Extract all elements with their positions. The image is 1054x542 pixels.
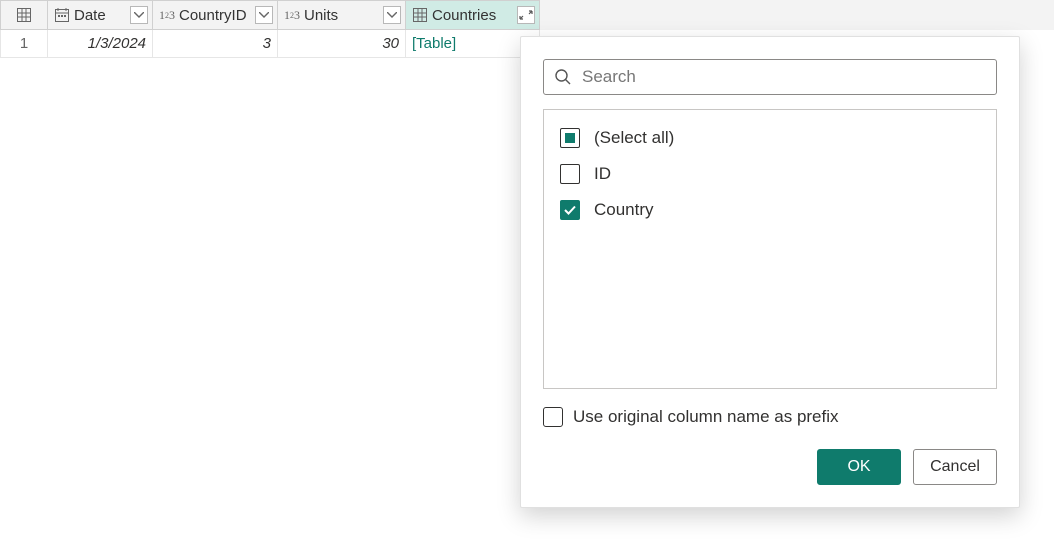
row-index: 1	[0, 30, 48, 58]
search-input[interactable]	[580, 66, 986, 88]
column-options-list: (Select all) ID Country	[543, 109, 997, 389]
filter-dropdown-button[interactable]	[383, 6, 401, 24]
option-country[interactable]: Country	[556, 192, 984, 228]
chevron-down-icon	[387, 12, 397, 18]
option-label: Country	[594, 200, 654, 220]
chevron-down-icon	[259, 12, 269, 18]
calendar-icon	[54, 7, 70, 23]
column-header-countries[interactable]: Countries	[406, 0, 540, 30]
dialog-buttons: OK Cancel	[543, 449, 997, 485]
column-header-date[interactable]: Date	[48, 0, 153, 30]
filter-dropdown-button[interactable]	[255, 6, 273, 24]
check-icon	[563, 203, 577, 217]
number-type-icon: 123	[284, 8, 300, 23]
column-title: Date	[74, 7, 126, 24]
filter-dropdown-button[interactable]	[130, 6, 148, 24]
cell-countryid: 3	[153, 30, 278, 58]
column-header-row: Date 123 CountryID 123 Units Countries	[0, 0, 1054, 30]
table-icon	[412, 7, 428, 23]
cancel-button[interactable]: Cancel	[913, 449, 997, 485]
cell-date: 1/3/2024	[48, 30, 153, 58]
chevron-down-icon	[134, 12, 144, 18]
expand-column-popup: (Select all) ID Country Use original col…	[520, 36, 1020, 508]
checkbox-unchecked[interactable]	[543, 407, 563, 427]
option-select-all[interactable]: (Select all)	[556, 120, 984, 156]
column-title: Units	[304, 7, 379, 24]
expand-icon	[519, 9, 533, 21]
prefix-label: Use original column name as prefix	[573, 407, 839, 427]
column-header-countryid[interactable]: 123 CountryID	[153, 0, 278, 30]
checkbox-indeterminate[interactable]	[560, 128, 580, 148]
number-type-icon: 123	[159, 8, 175, 23]
ok-button[interactable]: OK	[817, 449, 901, 485]
select-all-cell[interactable]	[0, 0, 48, 30]
column-title: Countries	[432, 7, 513, 24]
option-label: (Select all)	[594, 128, 674, 148]
search-icon	[554, 68, 572, 86]
column-header-units[interactable]: 123 Units	[278, 0, 406, 30]
checkbox-checked[interactable]	[560, 200, 580, 220]
prefix-option[interactable]: Use original column name as prefix	[543, 407, 997, 427]
cell-units: 30	[278, 30, 406, 58]
option-id[interactable]: ID	[556, 156, 984, 192]
option-label: ID	[594, 164, 611, 184]
column-title: CountryID	[179, 7, 251, 24]
checkbox-unchecked[interactable]	[560, 164, 580, 184]
search-field[interactable]	[543, 59, 997, 95]
expand-column-button[interactable]	[517, 6, 535, 24]
table-icon	[16, 7, 32, 23]
